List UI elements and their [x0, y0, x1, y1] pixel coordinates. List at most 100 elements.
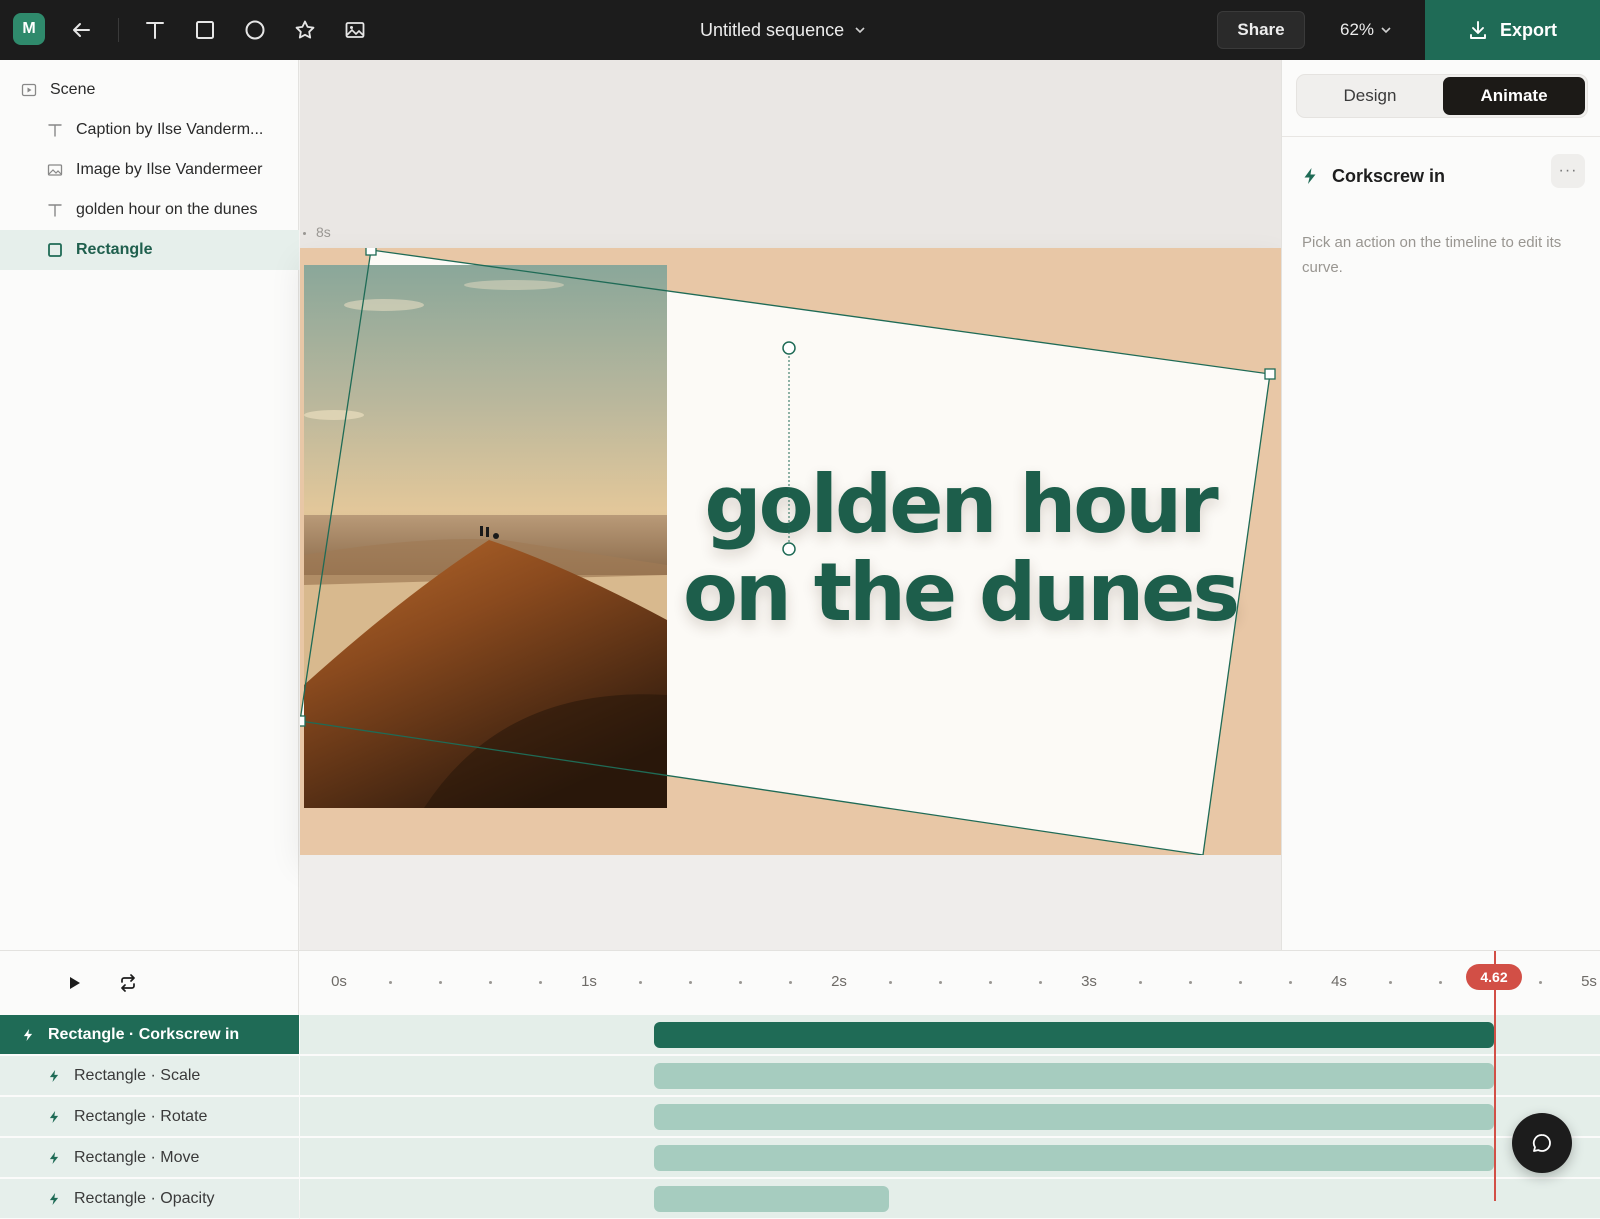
chat-bubble-icon: [1532, 1134, 1551, 1152]
track-lane: [300, 1138, 1600, 1178]
ruler-tick: [1289, 981, 1292, 984]
track-bar[interactable]: [654, 1063, 1494, 1089]
download-icon: [1470, 21, 1486, 39]
lightning-icon: [48, 1069, 60, 1083]
panel-divider: [1282, 136, 1600, 137]
chevron-down-icon: [855, 27, 865, 34]
lightning-icon: [48, 1110, 60, 1124]
zoom-dropdown[interactable]: 62%: [1340, 0, 1392, 60]
loop-icon[interactable]: [114, 969, 142, 997]
time-ruler[interactable]: 0s 1s 2s 3s 4s 5s: [300, 951, 1600, 1015]
layer-label: golden hour on the dunes: [76, 201, 258, 218]
track-rotate[interactable]: Rectangle · Rotate: [0, 1097, 299, 1137]
ruler-label-0s: 0s: [331, 973, 347, 990]
track-bar[interactable]: [654, 1186, 889, 1212]
ruler-tick: [439, 981, 442, 984]
layer-rectangle[interactable]: Rectangle: [0, 230, 299, 270]
image-tool-icon[interactable]: [341, 16, 369, 44]
lightning-icon: [22, 1028, 34, 1042]
action-title: Corkscrew in: [1332, 165, 1446, 186]
layer-scene[interactable]: Scene: [0, 70, 299, 110]
ruler-tick: [639, 981, 642, 984]
headline-text[interactable]: golden hour on the dunes: [680, 461, 1240, 637]
track-label: Rectangle · Opacity: [74, 1189, 215, 1207]
track-bar[interactable]: [654, 1022, 1494, 1048]
time-marker-dot: [303, 232, 306, 235]
track-lane: [300, 1179, 1600, 1219]
inspector-panel: Design Animate Corkscrew in ··· Pick an …: [1281, 60, 1600, 950]
playback-controls: [0, 951, 299, 1015]
canvas-padding: [300, 855, 1281, 950]
ruler-tick: [1039, 981, 1042, 984]
app-logo[interactable]: M: [13, 13, 45, 45]
text-tool-icon[interactable]: [141, 16, 169, 44]
document-title[interactable]: Untitled sequence: [700, 0, 866, 60]
ruler-label-1s: 1s: [581, 973, 597, 990]
track-lane: [300, 1056, 1600, 1096]
action-header: Corkscrew in: [1302, 158, 1445, 194]
track-opacity[interactable]: Rectangle · Opacity: [0, 1179, 299, 1219]
ruler-tick: [1539, 981, 1542, 984]
headline-line-2: on the dunes: [682, 546, 1240, 639]
track-bar[interactable]: [654, 1104, 1494, 1130]
tab-design[interactable]: Design: [1299, 77, 1441, 115]
ruler-tick: [1239, 981, 1242, 984]
chat-button[interactable]: [1512, 1113, 1572, 1173]
canvas-area[interactable]: 8s golden hour on the dunes: [300, 60, 1281, 950]
frame-time-label: 8s: [316, 224, 331, 240]
ruler-label-3s: 3s: [1081, 973, 1097, 990]
track-move[interactable]: Rectangle · Move: [0, 1138, 299, 1178]
text-icon: [46, 201, 64, 219]
star-tool-icon[interactable]: [291, 16, 319, 44]
track-label: Rectangle · Corkscrew in: [48, 1025, 240, 1043]
track-label: Rectangle · Move: [74, 1148, 200, 1166]
layer-image[interactable]: Image by Ilse Vandermeer: [0, 150, 299, 190]
export-button[interactable]: Export: [1425, 0, 1600, 60]
ruler-tick: [739, 981, 742, 984]
track-corkscrew-in[interactable]: Rectangle · Corkscrew in: [0, 1015, 299, 1055]
scene-frame[interactable]: golden hour on the dunes: [300, 248, 1281, 855]
layer-caption[interactable]: Caption by Ilse Vanderm...: [0, 110, 299, 150]
image-icon: [46, 161, 64, 179]
top-toolbar: M Untitled sequence Share 62% Export: [0, 0, 1600, 60]
ruler-tick: [989, 981, 992, 984]
track-scale[interactable]: Rectangle · Scale: [0, 1056, 299, 1096]
play-icon[interactable]: [60, 969, 88, 997]
layer-label: Caption by Ilse Vanderm...: [76, 121, 264, 138]
ruler-tick: [1139, 981, 1142, 984]
track-lane: [300, 1097, 1600, 1137]
ruler-tick: [689, 981, 692, 984]
rectangle-tool-icon[interactable]: [191, 16, 219, 44]
ruler-tick: [539, 981, 542, 984]
text-icon: [46, 121, 64, 139]
dune-photo[interactable]: [304, 265, 667, 808]
share-button[interactable]: Share: [1217, 11, 1305, 49]
back-arrow-icon[interactable]: [67, 16, 95, 44]
toolbar-divider: [118, 18, 119, 42]
ruler-tick: [389, 981, 392, 984]
ellipse-tool-icon[interactable]: [241, 16, 269, 44]
playhead-time-badge[interactable]: 4.62: [1466, 964, 1522, 990]
ruler-tick: [939, 981, 942, 984]
ruler-label-2s: 2s: [831, 973, 847, 990]
chevron-down-icon: [1381, 27, 1391, 34]
layer-label: Scene: [50, 81, 96, 98]
layer-headline[interactable]: golden hour on the dunes: [0, 190, 299, 230]
export-label: Export: [1499, 19, 1557, 40]
mode-segmented-control: Design Animate: [1296, 74, 1588, 118]
track-bar[interactable]: [654, 1145, 1494, 1171]
track-lane: [300, 1015, 1600, 1055]
ruler-label-5s: 5s: [1581, 973, 1597, 990]
tab-animate[interactable]: Animate: [1443, 77, 1585, 115]
ruler-label-4s: 4s: [1331, 973, 1347, 990]
track-label: Rectangle · Rotate: [74, 1107, 208, 1125]
more-options-button[interactable]: ···: [1551, 154, 1585, 188]
lightning-icon: [1304, 168, 1316, 184]
ruler-tick: [1439, 981, 1442, 984]
ruler-tick: [489, 981, 492, 984]
layer-label: Image by Ilse Vandermeer: [76, 161, 263, 178]
ruler-tick: [1189, 981, 1192, 984]
scene-icon: [20, 81, 38, 99]
track-label: Rectangle · Scale: [74, 1066, 201, 1084]
ruler-tick: [789, 981, 792, 984]
